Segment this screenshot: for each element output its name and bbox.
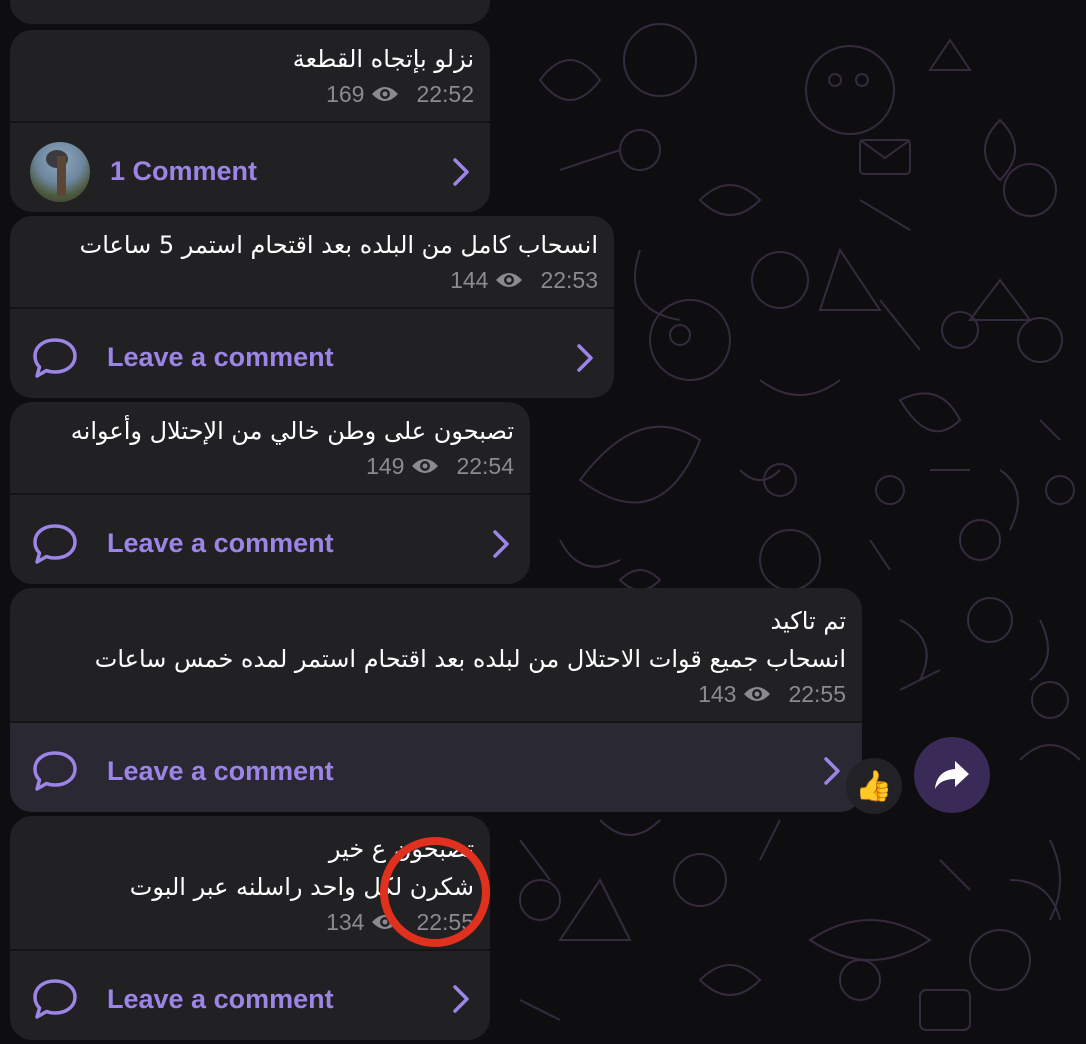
post-time: 22:55 [788, 680, 846, 707]
comments-label: Leave a comment [107, 342, 334, 372]
leave-comment-button[interactable]: Leave a comment [10, 951, 490, 1040]
comment-bubble-icon [33, 337, 77, 378]
post-time: 22:54 [456, 452, 514, 479]
post-body: تم تاكيد انسحاب جميع قوات الاحتلال من لب… [10, 588, 862, 710]
leave-comment-button[interactable]: Leave a comment [10, 723, 862, 812]
post-time: 22:53 [540, 266, 598, 293]
comments-label: 1 Comment [110, 156, 258, 186]
eye-icon [496, 273, 523, 287]
chevron-right-icon [824, 757, 840, 785]
comment-bubble-icon [33, 979, 77, 1019]
eye-icon [412, 459, 439, 473]
chevron-right-icon [453, 157, 469, 186]
post-text-line-1: تم تاكيد [770, 607, 846, 635]
view-count: 149 [366, 452, 405, 479]
channel-post: نزلو بإتجاه القطعة 169 22:52 1 Comment [10, 30, 490, 212]
view-count: 143 [698, 680, 737, 707]
comments-label: Leave a comment [107, 755, 334, 786]
post-meta: 144 22:53 [10, 264, 614, 296]
post-text: انسحاب كامل من البلده بعد اقتحام استمر 5… [79, 231, 598, 259]
post-body: نزلو بإتجاه القطعة 169 22:52 [10, 30, 490, 110]
share-arrow-icon [935, 761, 969, 789]
post-time: 22:52 [416, 80, 474, 107]
post-body: انسحاب كامل من البلده بعد اقتحام استمر 5… [10, 216, 614, 296]
previous-message-fragment [10, 0, 490, 24]
post-meta: 143 22:55 [10, 678, 862, 710]
channel-post: تصبحون على وطن خالي من الإحتلال وأعوانه … [10, 402, 530, 584]
annotation-circle [380, 837, 490, 947]
share-button[interactable] [914, 737, 990, 813]
channel-post: انسحاب كامل من البلده بعد اقتحام استمر 5… [10, 216, 614, 398]
channel-post: تم تاكيد انسحاب جميع قوات الاحتلال من لب… [10, 588, 862, 812]
chevron-right-icon [453, 985, 469, 1013]
comments-label: Leave a comment [107, 983, 334, 1014]
view-count: 169 [326, 80, 365, 107]
commenter-avatar [30, 141, 90, 202]
leave-comment-button[interactable]: Leave a comment [10, 309, 614, 398]
comment-bubble-icon [33, 751, 77, 791]
post-meta: 149 22:54 [10, 450, 530, 482]
view-count: 134 [326, 908, 365, 935]
chevron-right-icon [577, 343, 593, 372]
post-text-line-2: انسحاب جميع قوات الاحتلال من لبلده بعد ا… [94, 645, 846, 673]
post-body: تصبحون على وطن خالي من الإحتلال وأعوانه … [10, 402, 530, 482]
post-text: تصبحون على وطن خالي من الإحتلال وأعوانه [70, 417, 514, 445]
comment-bubble-icon [33, 523, 77, 564]
thumbs-up-reaction[interactable]: 👍 [846, 758, 902, 814]
eye-icon [372, 87, 399, 101]
chat-screen: نزلو بإتجاه القطعة 169 22:52 1 Comment ا… [0, 0, 1086, 1044]
post-meta: 169 22:52 [10, 78, 490, 110]
comments-label: Leave a comment [107, 528, 334, 558]
eye-icon [744, 687, 771, 701]
chevron-right-icon [493, 529, 509, 558]
leave-comment-button[interactable]: Leave a comment [10, 495, 530, 584]
view-count: 144 [450, 266, 489, 293]
post-text: نزلو بإتجاه القطعة [292, 45, 474, 73]
comments-button[interactable]: 1 Comment [10, 123, 490, 212]
